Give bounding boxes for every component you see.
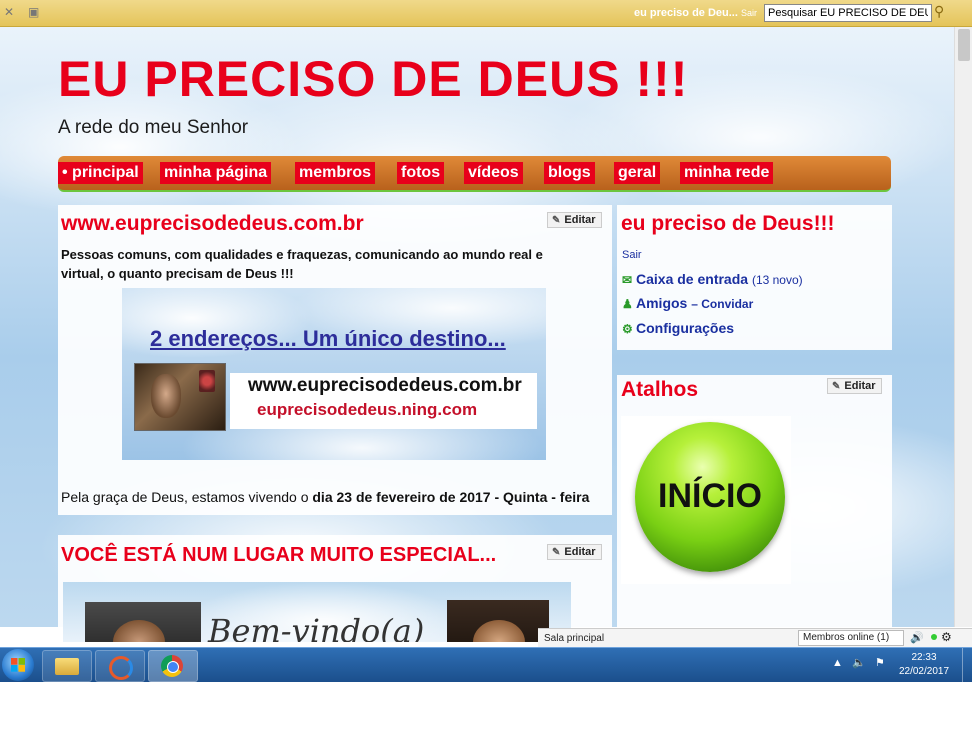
search-icon[interactable]: ⚲ <box>934 3 944 20</box>
special-title: VOCÊ ESTÁ NUM LUGAR MUITO ESPECIAL... <box>61 544 497 566</box>
green-ball-icon: INÍCIO <box>635 422 785 572</box>
online-status-icon <box>931 634 937 640</box>
nav-membros[interactable]: membros <box>295 162 376 184</box>
page-title: EU PRECISO DE DEUS !!! <box>58 51 689 107</box>
system-tray: ▲ 🔈 ⚑ <box>832 656 885 669</box>
welcome-script-text: Bem-vindo(a) <box>208 612 425 642</box>
edit-button[interactable]: ✎ Editar <box>547 544 602 560</box>
edit-button[interactable]: ✎ Editar <box>827 378 882 394</box>
nav-minha-rede[interactable]: minha rede <box>680 162 774 184</box>
envelope-icon: ✉ <box>622 273 633 287</box>
show-hidden-icons-icon[interactable]: ▲ <box>832 657 843 669</box>
clock-date: 22/02/2017 <box>898 666 950 677</box>
nav-blogs[interactable]: blogs <box>544 162 595 184</box>
pencil-icon: ✎ <box>552 215 561 226</box>
system-clock[interactable]: 22:33 22/02/2017 <box>896 651 952 679</box>
edit-button[interactable]: ✎ Editar <box>547 212 602 228</box>
members-online-button[interactable]: Membros online (1) <box>798 630 904 646</box>
person-icon: ♟ <box>622 297 633 311</box>
welcome-image: Bem-vindo(a) <box>63 582 571 642</box>
member-photo <box>85 602 201 642</box>
date-highlight: dia 23 de fevereiro de 2017 - Quinta - f… <box>312 489 590 505</box>
inicio-button[interactable]: INÍCIO <box>621 416 791 584</box>
taskbar-explorer[interactable] <box>42 650 92 682</box>
windows-taskbar: ▲ 🔈 ⚑ 22:33 22/02/2017 <box>0 647 972 682</box>
friends-link[interactable]: ♟ Amigos – Convidar <box>622 295 753 311</box>
nav-fotos[interactable]: fotos <box>397 162 445 184</box>
banner-url-primary: www.euprecisodedeus.com.br <box>248 375 522 396</box>
intro-text: Pessoas comuns, com qualidades e fraquez… <box>61 247 543 281</box>
inbox-count: (13 novo) <box>751 273 803 287</box>
chrome-icon <box>161 655 183 677</box>
show-desktop-button[interactable] <box>962 648 973 682</box>
welcome-panel: www.euprecisodedeus.com.br ✎ Editar Pesso… <box>58 205 612 515</box>
windows-logo-icon <box>11 658 25 672</box>
taskbar-app[interactable] <box>95 650 145 682</box>
nav-principal[interactable]: • principal <box>58 162 143 184</box>
scrollbar-thumb[interactable] <box>958 29 970 61</box>
jesus-image <box>134 363 226 431</box>
chat-bar: Sala principal Membros online (1) 🔊 ⚙ <box>538 628 972 647</box>
invite-link[interactable]: – Convidar <box>691 297 753 311</box>
member-photo <box>447 600 549 642</box>
start-button[interactable] <box>2 649 34 681</box>
banner-image[interactable]: 2 endereços... Um único destino... www.e… <box>122 288 546 460</box>
shortcuts-panel: Atalhos ✎ Editar INÍCIO <box>617 375 892 627</box>
vertical-scrollbar[interactable] <box>954 27 973 627</box>
profile-title: eu preciso de Deus!!! <box>621 212 835 235</box>
banner-headline: 2 endereços... Um único destino... <box>150 326 506 351</box>
close-icon[interactable]: ✕ <box>4 5 14 19</box>
panel-title: www.euprecisodedeus.com.br <box>61 212 364 235</box>
gear-icon[interactable]: ⚙ <box>941 630 952 644</box>
app-icon <box>109 656 133 680</box>
special-panel: VOCÊ ESTÁ NUM LUGAR MUITO ESPECIAL... ✎ E… <box>58 535 612 642</box>
logout-link[interactable]: Sair <box>741 8 757 18</box>
taskbar-chrome[interactable] <box>148 650 198 682</box>
speaker-icon[interactable]: 🔊 <box>910 631 924 644</box>
pencil-icon: ✎ <box>832 381 841 392</box>
main-navigation: • principal minha página membros fotos v… <box>58 156 891 192</box>
banner-url-secondary: euprecisodedeus.ning.com <box>257 400 478 419</box>
site-name-link[interactable]: eu preciso de Deu... <box>634 7 738 19</box>
gear-icon: ⚙ <box>622 322 633 336</box>
nav-minha-pagina[interactable]: minha página <box>160 162 272 184</box>
sidebar-logout-link[interactable]: Sair <box>622 249 642 261</box>
profile-panel: eu preciso de Deus!!! Sair ✉ Caixa de ent… <box>617 205 892 350</box>
banner-url-box: www.euprecisodedeus.com.br euprecisodede… <box>230 373 537 429</box>
window-edge <box>972 0 980 735</box>
nav-geral[interactable]: geral <box>614 162 661 184</box>
date-line: Pela graça de Deus, estamos vivendo o di… <box>61 489 590 505</box>
shortcuts-title: Atalhos <box>621 378 699 401</box>
ning-top-bar: ✕ ▣ eu preciso de Deu... Sair ⚲ <box>0 0 980 27</box>
settings-link[interactable]: ⚙ Configurações <box>622 320 734 336</box>
browser-page: ✕ ▣ eu preciso de Deu... Sair ⚲ EU PRECI… <box>0 0 980 735</box>
search-input[interactable] <box>764 4 932 22</box>
clock-time: 22:33 <box>911 652 937 663</box>
window-icon[interactable]: ▣ <box>28 5 39 19</box>
nav-videos[interactable]: vídeos <box>464 162 523 184</box>
pencil-icon: ✎ <box>552 547 561 558</box>
volume-icon[interactable]: 🔈 <box>852 657 866 669</box>
inbox-link[interactable]: ✉ Caixa de entrada (13 novo) <box>622 271 803 287</box>
page-subtitle: A rede do meu Senhor <box>58 117 249 138</box>
action-center-icon[interactable]: ⚑ <box>875 657 885 669</box>
chat-room-label[interactable]: Sala principal <box>544 633 604 644</box>
folder-icon <box>55 658 79 675</box>
inicio-label: INÍCIO <box>658 477 762 515</box>
